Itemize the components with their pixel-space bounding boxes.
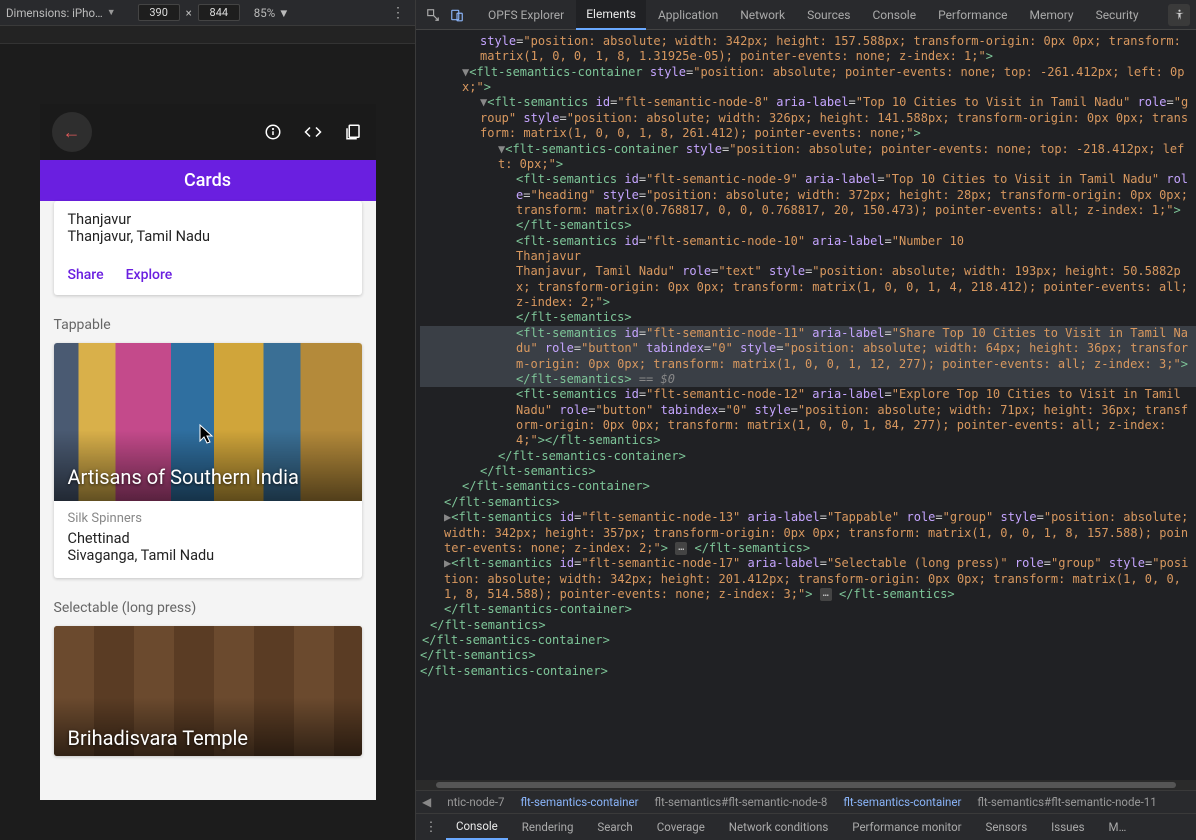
zoom-value: 85% (254, 6, 275, 20)
drawer-tab-more[interactable]: M… (1099, 815, 1137, 839)
inspect-icon[interactable] (422, 8, 444, 22)
docs-icon[interactable] (342, 121, 364, 143)
drawer-tab-netcond[interactable]: Network conditions (719, 815, 838, 839)
card-subtitle: Thanjavur, Tamil Nadu (68, 228, 348, 245)
breadcrumb-scroll-left[interactable]: ◀ (422, 795, 431, 809)
card-image: Artisans of Southern India (54, 343, 362, 501)
drawer-tab-console[interactable]: Console (446, 814, 508, 840)
tab-opfs[interactable]: OPFS Explorer (478, 1, 574, 29)
section-tappable-label: Tappable (54, 317, 362, 333)
preview-stage: ← Cards Than (0, 44, 415, 840)
zoom-select[interactable]: 85% ▼ (254, 6, 290, 20)
breadcrumb-item[interactable]: flt-semantics#flt-semantic-node-8 (654, 795, 827, 809)
code-icon[interactable] (302, 121, 324, 143)
device-select[interactable]: Dimensions: iPho… ▼ (6, 6, 116, 20)
more-options-icon[interactable]: ⋮ (387, 5, 409, 21)
tab-memory[interactable]: Memory (1020, 1, 1084, 29)
tab-network[interactable]: Network (730, 1, 795, 29)
card-thanjavur[interactable]: Thanjavur Thanjavur, Tamil Nadu Share Ex… (54, 201, 362, 295)
dimension-x: × (186, 6, 192, 20)
devtools-tabs: OPFS Explorer Elements Application Netwo… (416, 0, 1196, 30)
drawer-tab-coverage[interactable]: Coverage (647, 815, 715, 839)
tab-elements[interactable]: Elements (576, 0, 646, 30)
horizontal-scrollbar[interactable] (416, 780, 1196, 790)
drawer-tabs: ⋮ Console Rendering Search Coverage Netw… (416, 814, 1196, 840)
chevron-down-icon: ▼ (107, 7, 116, 18)
drawer-tab-sensors[interactable]: Sensors (976, 815, 1038, 839)
tab-sources[interactable]: Sources (797, 1, 860, 29)
ruler (0, 26, 415, 44)
card-artisans[interactable]: Artisans of Southern India Silk Spinners… (54, 343, 362, 578)
drawer-tab-search[interactable]: Search (587, 815, 642, 839)
breadcrumb-item[interactable]: flt-semantics-container (843, 795, 961, 809)
width-input[interactable]: 390 (138, 4, 180, 21)
tab-security[interactable]: Security (1086, 1, 1149, 29)
drawer-tab-perfmon[interactable]: Performance monitor (842, 815, 971, 839)
card-overlay-title: Brihadisvara Temple (68, 726, 249, 750)
card-sub: Silk Spinners (68, 511, 348, 526)
section-selectable-label: Selectable (long press) (54, 600, 362, 616)
card-image: Brihadisvara Temple (54, 626, 362, 756)
phone-viewport[interactable]: Cards Thanjavur Thanjavur, Tamil Nadu Sh… (40, 160, 376, 800)
device-label: Dimensions: iPho… (6, 6, 103, 20)
back-button[interactable]: ← (52, 112, 92, 152)
height-input[interactable]: 844 (198, 4, 240, 21)
card-overlay-title: Artisans of Southern India (68, 465, 299, 489)
accessibility-icon[interactable] (1168, 4, 1190, 26)
tab-performance[interactable]: Performance (928, 1, 1017, 29)
arrow-left-icon: ← (63, 122, 81, 143)
device-toolbar: Dimensions: iPho… ▼ 390 × 844 85% ▼ ⋮ (0, 0, 415, 26)
toggle-device-icon[interactable] (446, 8, 468, 22)
card-subtitle: Sivaganga, Tamil Nadu (68, 547, 348, 564)
share-button[interactable]: Share (68, 267, 104, 283)
drawer-tab-rendering[interactable]: Rendering (512, 815, 584, 839)
tab-application[interactable]: Application (648, 1, 728, 29)
cards-header: Cards (40, 160, 376, 201)
more-icon[interactable]: ⋮ (420, 820, 442, 835)
dom-tree[interactable]: style="position: absolute; width: 342px;… (416, 30, 1196, 780)
breadcrumb-item[interactable]: flt-semantics-container (520, 795, 638, 809)
phone-frame: ← Cards Than (40, 104, 376, 800)
phone-appbar: ← (40, 104, 376, 160)
breadcrumb: ◀ ntic-node-7 flt-semantics-container fl… (416, 790, 1196, 814)
card-title: Thanjavur (68, 211, 348, 228)
card-temple[interactable]: Brihadisvara Temple (54, 626, 362, 756)
selected-node[interactable]: <flt-semantics id="flt-semantic-node-11"… (420, 326, 1196, 387)
breadcrumb-item[interactable]: ntic-node-7 (447, 795, 504, 809)
chevron-down-icon: ▼ (278, 6, 289, 20)
drawer-tab-issues[interactable]: Issues (1041, 815, 1094, 839)
device-preview-panel: Dimensions: iPho… ▼ 390 × 844 85% ▼ ⋮ ← (0, 0, 416, 840)
info-icon[interactable] (262, 121, 284, 143)
explore-button[interactable]: Explore (126, 267, 173, 283)
devtools-panel: OPFS Explorer Elements Application Netwo… (416, 0, 1196, 840)
card-title: Chettinad (68, 530, 348, 547)
breadcrumb-item[interactable]: flt-semantics#flt-semantic-node-11 (977, 795, 1156, 809)
tab-console[interactable]: Console (862, 1, 926, 29)
